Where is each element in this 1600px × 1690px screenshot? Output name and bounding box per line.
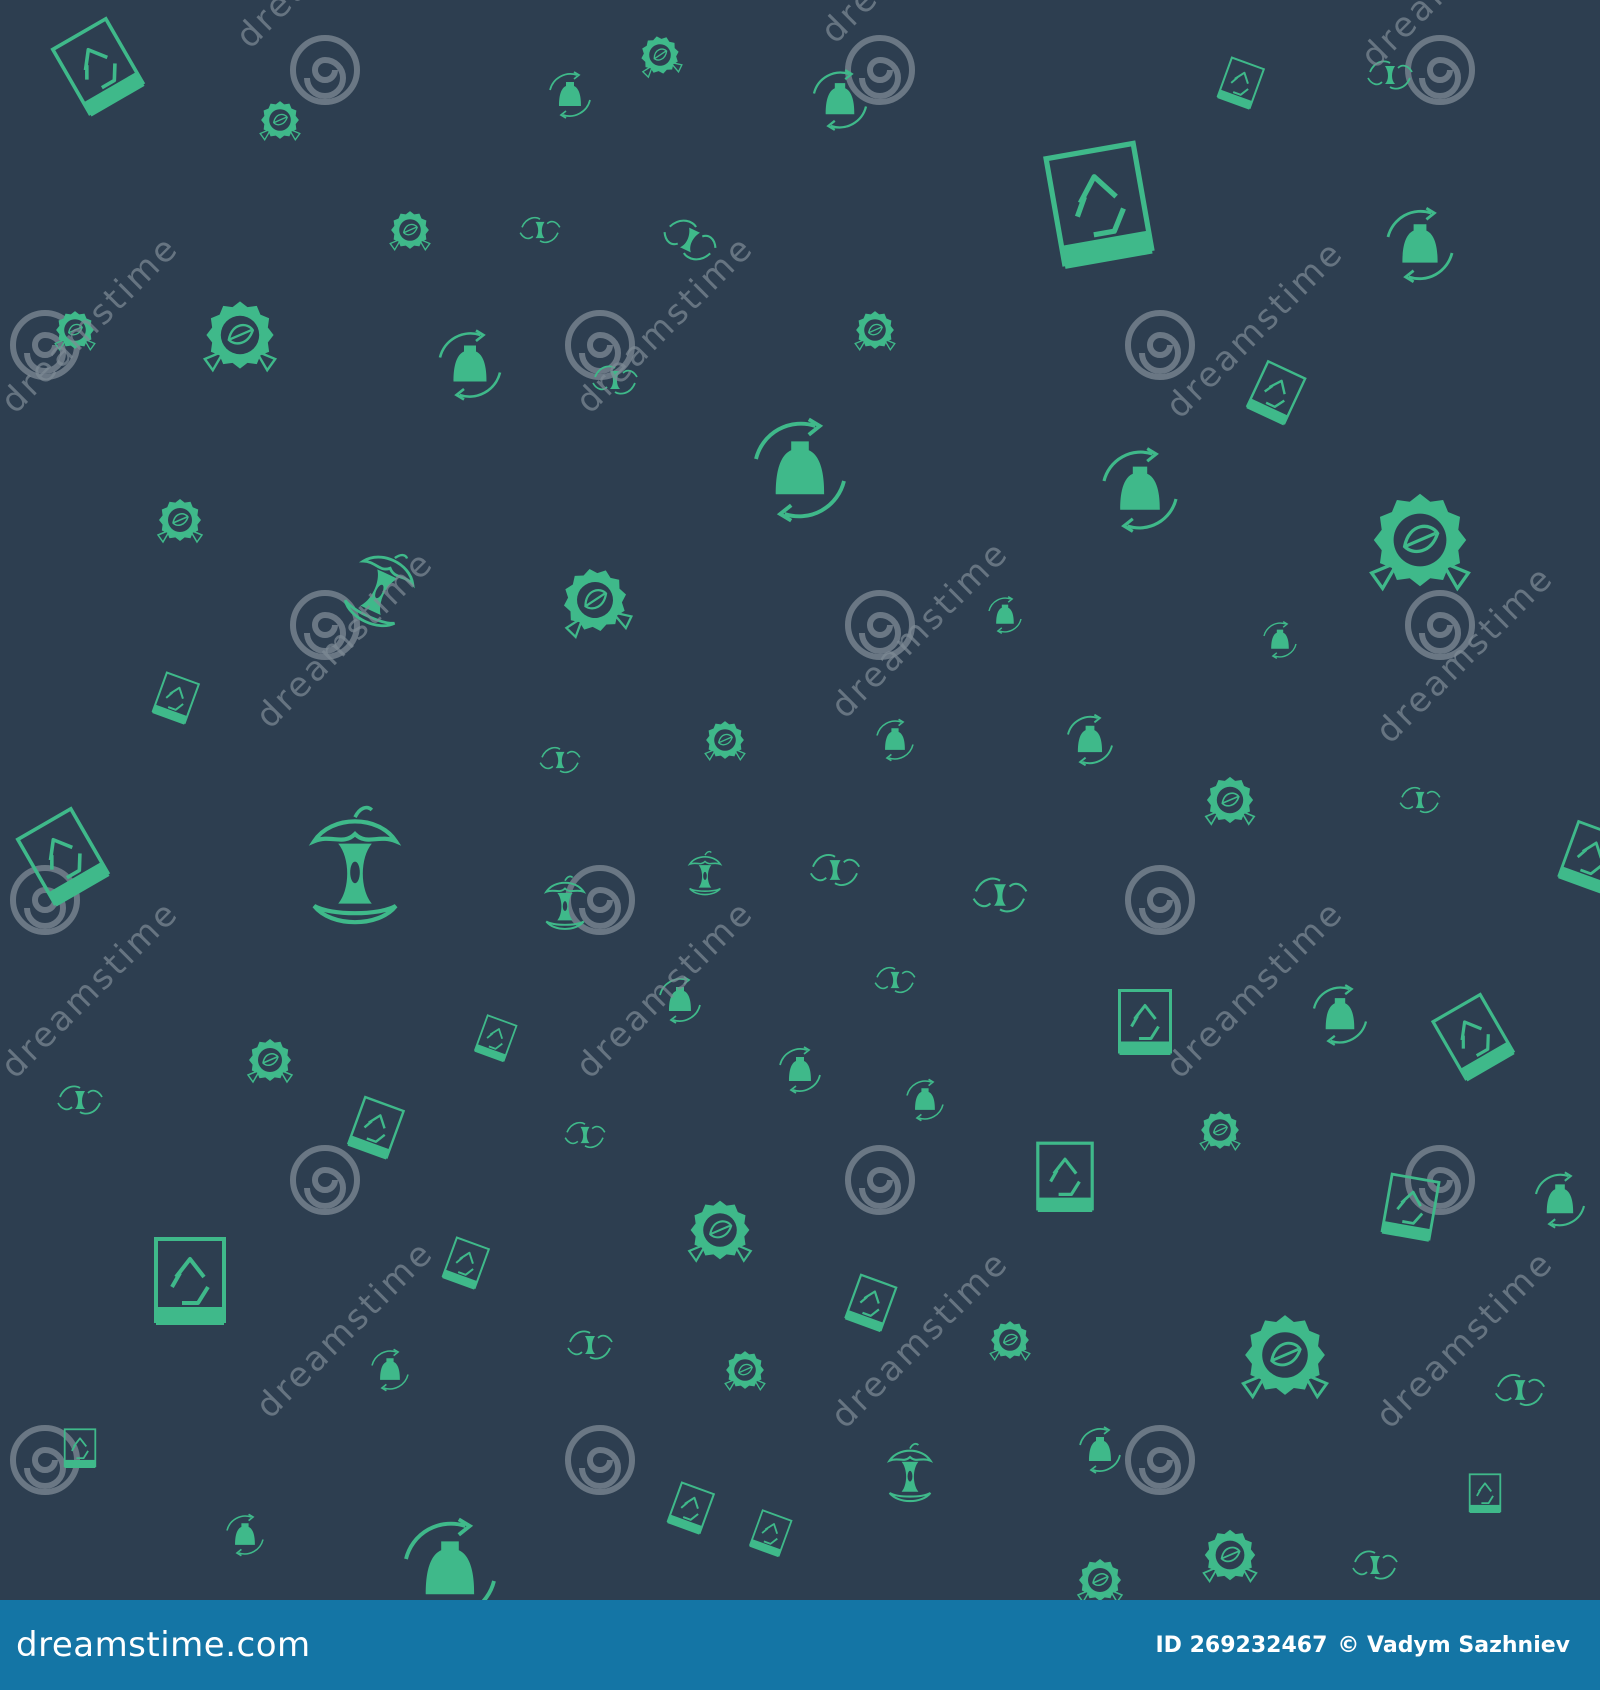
recycle-bottle-icon [1102,447,1178,533]
recycle-bottle-icon [226,1513,264,1557]
recycle-bin-icon [1557,819,1600,895]
eco-leaf-badge-icon [854,311,896,352]
recycle-bin-icon [50,16,146,117]
watermark-text: dreamstime [568,227,762,421]
recycle-bin-icon [154,1237,226,1325]
hands-apple-core-icon [564,1121,606,1149]
apple-core-icon [308,805,402,925]
hands-apple-core-icon [972,877,1028,913]
eco-leaf-badge-icon [259,101,301,142]
watermark-spiral-icon [290,35,360,105]
watermark-spiral-icon [845,35,915,105]
seamless-pattern-canvas: dreamstime dreamstime dreamstime dreamstime… [0,0,1600,1623]
recycle-bin-icon [844,1273,898,1333]
watermark-spiral-icon [290,1145,360,1215]
stock-footer-bar: dreamstime.com ID 269232467 © Vadym Sazh… [0,1600,1600,1690]
hands-apple-core-icon [1352,1550,1398,1580]
footer-meta: ID 269232467 © Vadym Sazhniev [1156,1633,1571,1658]
eco-leaf-badge-icon [1241,1315,1329,1400]
hands-apple-core-icon [809,854,861,886]
watermark-text: dreamstime [228,0,422,56]
recycle-bottle-icon [438,329,502,401]
watermark-text: dreamstime [248,542,442,736]
recycle-bin-icon [15,806,111,907]
hands-apple-core-icon [567,1330,613,1360]
eco-leaf-badge-icon [704,721,746,762]
hands-apple-core-icon [1399,786,1441,814]
hands-apple-core-icon [519,216,561,244]
recycle-bottle-icon [404,1517,496,1623]
hands-apple-core-icon [874,966,916,994]
recycle-bottle-icon [876,718,914,762]
eco-leaf-badge-icon [246,1039,294,1084]
recycle-bottle-icon [1067,713,1113,767]
eco-leaf-badge-icon [1076,1559,1124,1604]
pattern-svg: dreamstime dreamstime dreamstime dreamstime… [0,0,1600,1623]
eco-leaf-badge-icon [989,1321,1031,1362]
watermark-text: dreamstime [248,1232,442,1426]
eco-leaf-badge-icon [724,1351,766,1392]
recycle-bin-icon [1468,1473,1502,1513]
watermark-text: dreamstime [1368,1242,1562,1436]
watermark-text: dreamstime [0,227,187,421]
eco-leaf-badge-icon [641,36,683,79]
recycle-bin-icon [666,1481,716,1535]
recycle-bin-icon [1043,140,1155,269]
watermark-spiral-icon [1405,35,1475,105]
eco-leaf-badge-icon [1202,1529,1258,1584]
eco-leaf-badge-icon [1369,493,1471,592]
watermark-text: dreamstime [823,532,1017,726]
eco-leaf-badge-icon [389,211,431,252]
recycle-bin-icon [473,1014,518,1063]
watermark-text: dreamstime [0,892,187,1086]
recycle-bottle-icon [754,417,846,523]
watermark-spiral-icon [1125,865,1195,935]
footer-author: © Vadym Sazhniev [1337,1632,1570,1658]
recycle-bottle-icon [988,595,1022,635]
eco-leaf-badge-icon [687,1200,753,1263]
recycle-bin-icon [1245,359,1307,426]
recycle-bottle-icon [1263,620,1297,660]
recycle-bottle-icon [812,69,868,131]
recycle-bin-icon [346,1095,406,1160]
recycle-bottle-icon [1079,1426,1121,1474]
watermark-spiral-icon [1125,1425,1195,1495]
recycle-bottle-icon [906,1078,944,1122]
hands-apple-core-icon [1494,1374,1546,1406]
recycle-bottle-icon [371,1348,409,1392]
apple-core-icon [687,850,723,896]
recycle-bin-icon [1216,56,1266,110]
watermark-text: dreamstime [813,0,1007,51]
eco-leaf-badge-icon [156,499,204,544]
recycle-bin-icon [1036,1141,1094,1212]
watermark-spiral-icon [1125,310,1195,380]
watermark-spiral-icon [845,1145,915,1215]
recycle-bin-icon [151,671,201,725]
recycle-bottle-icon [1534,1171,1586,1229]
recycle-bin-icon [1118,989,1172,1055]
footer-brand[interactable]: dreamstime.com [16,1625,311,1665]
recycle-bin-icon [748,1509,793,1558]
recycle-bottle-icon [779,1046,821,1094]
eco-leaf-badge-icon [563,568,634,639]
watermark-spiral-icon [565,865,635,935]
recycle-bottle-icon [549,71,591,119]
watermark-text: dreamstime [1368,557,1562,751]
eco-leaf-badge-icon [1204,776,1256,826]
hands-apple-core-icon [539,746,581,774]
watermark-text: dreamstime [568,892,762,1086]
apple-core-icon [886,1442,934,1503]
hands-apple-core-icon [57,1085,103,1115]
recycle-bin-icon [1430,992,1516,1082]
recycle-bottle-icon [1386,206,1454,284]
watermark-spiral-icon [565,1425,635,1495]
footer-id: ID 269232467 [1155,1632,1328,1658]
eco-leaf-badge-icon [202,301,278,373]
eco-leaf-badge-icon [1199,1111,1241,1152]
recycle-bottle-icon [1312,984,1368,1046]
recycle-bin-icon [441,1236,491,1290]
watermark-text: dreamstime [823,1242,1017,1436]
